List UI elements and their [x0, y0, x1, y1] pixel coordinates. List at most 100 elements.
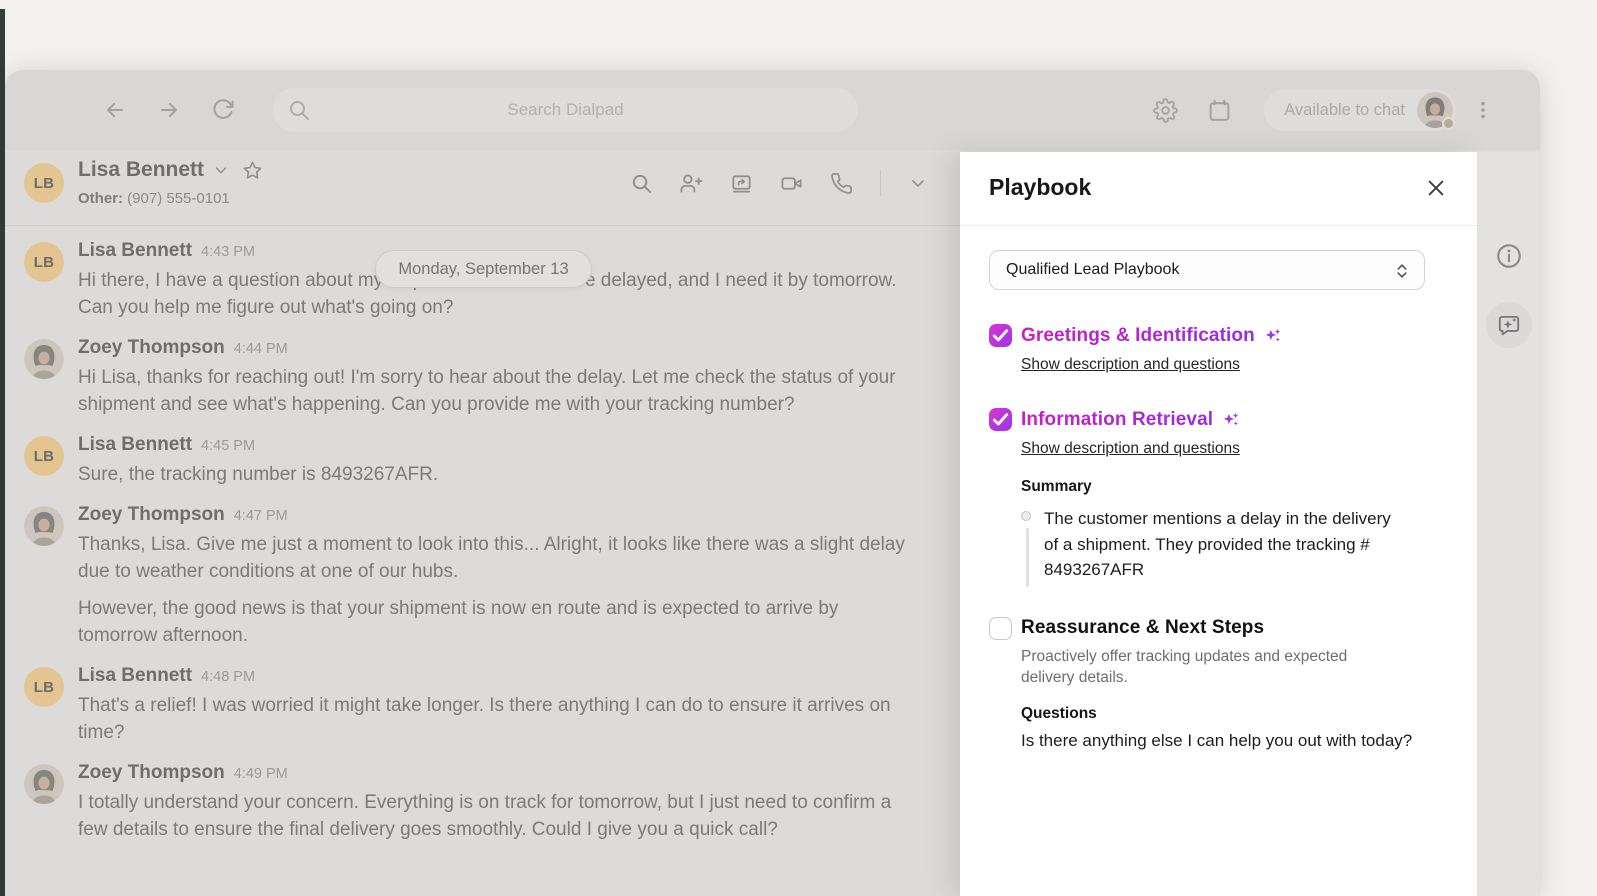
message-text: I totally understand your concern. Every… [78, 789, 908, 843]
more-actions-chevron-icon[interactable] [908, 173, 928, 193]
playbook-item-row: Reassurance & Next Steps [989, 617, 1453, 640]
message: Zoey Thompson 4:44 PM Hi Lisa, thanks for … [24, 337, 930, 418]
playbook-checkbox[interactable] [989, 408, 1012, 431]
contact-avatar-photo [24, 764, 64, 804]
summary-text: The customer mentions a delay in the del… [1044, 506, 1409, 583]
playbook-checkbox[interactable] [989, 324, 1012, 347]
playbook-item: Information RetrievalShow description an… [989, 408, 1453, 583]
message-timestamp: 4:45 PM [201, 438, 255, 454]
message-sender: Zoey Thompson [78, 762, 225, 784]
dialpad-app-window: Search Dialpad Available to chat [5, 70, 1540, 896]
message-avatar: LB [24, 436, 64, 476]
chevron-down-icon[interactable] [212, 161, 230, 179]
avatar-photo [24, 339, 64, 379]
contact-avatar-photo [24, 506, 64, 546]
message-sender: Zoey Thompson [78, 337, 225, 359]
availability-status-label: Available to chat [1284, 101, 1405, 120]
message-text: Sure, the tracking number is 8493267AFR. [78, 461, 908, 488]
questions-label: Questions [1021, 705, 1453, 723]
question-text: Is there anything else I can help you ou… [1021, 728, 1413, 754]
message-body: Zoey Thompson 4:49 PM I totally understand… [78, 762, 930, 843]
contact-phone: Other: (907) 555-0101 [78, 190, 230, 207]
ai-playbook-rail-button[interactable] [1486, 302, 1532, 348]
conversation-header: LB Lisa Bennett Other: (907) 555-0101 [5, 150, 960, 226]
ai-sparkle-icon [1221, 410, 1241, 430]
message-timestamp: 4:48 PM [201, 669, 255, 685]
playbook-item-description: Proactively offer tracking updates and e… [1021, 646, 1389, 689]
summary-bullet-icon [1021, 511, 1031, 521]
playbook-item-title: Reassurance & Next Steps [1021, 617, 1264, 639]
playbook-checkbox[interactable] [989, 617, 1012, 640]
close-icon[interactable] [1425, 177, 1447, 199]
playbook-item-details: Show description and questions [1021, 347, 1453, 374]
info-icon[interactable] [1495, 242, 1523, 270]
message-header: Zoey Thompson 4:44 PM [78, 337, 930, 363]
refresh-icon[interactable] [211, 98, 235, 122]
message-body: Zoey Thompson 4:44 PM Hi Lisa, thanks for … [78, 337, 930, 418]
message: LB Lisa Bennett 4:45 PM Sure, the tracking … [24, 434, 930, 488]
search-placeholder: Search Dialpad [507, 100, 623, 120]
message-text: Hi Lisa, thanks for reaching out! I'm so… [78, 364, 908, 418]
contact-avatar-initials: LB [24, 242, 64, 282]
message-body: Zoey Thompson4:47 PMThanks, Lisa. Give m… [78, 504, 930, 649]
top-toolbar: Search Dialpad Available to chat [5, 70, 1540, 150]
playbook-selector[interactable]: Qualified Lead Playbook [989, 250, 1425, 290]
message-timestamp: 4:44 PM [234, 341, 288, 357]
select-updown-icon [1392, 260, 1412, 282]
playbook-item: Greetings & Identification Show descripti… [989, 324, 1453, 374]
availability-status-button[interactable]: Available to chat [1264, 89, 1456, 131]
message: Zoey Thompson4:47 PMThanks, Lisa. Give m… [24, 504, 930, 649]
add-person-icon[interactable] [680, 172, 703, 195]
contact-avatar: LB [24, 163, 64, 203]
show-description-link[interactable]: Show description and questions [1021, 440, 1240, 458]
message-timestamp: 4:49 PM [234, 766, 288, 782]
playbook-item-details: Show description and questions Summary The… [1021, 431, 1453, 583]
video-call-icon[interactable] [780, 172, 803, 195]
message-timestamp: 4:43 PM [201, 244, 255, 260]
playbook-item-row: Information Retrieval [989, 408, 1453, 431]
playbook-item-title: Greetings & Identification [1021, 325, 1255, 347]
message-avatar [24, 339, 64, 379]
message-avatar: LB [24, 667, 64, 707]
date-separator-pill: Monday, September 13 [375, 250, 592, 288]
user-avatar[interactable] [1417, 92, 1453, 128]
show-description-link[interactable]: Show description and questions [1021, 356, 1240, 374]
message-body: Lisa Bennett 4:45 PM Sure, the tracking nu… [78, 434, 930, 488]
settings-gear-icon[interactable] [1153, 98, 1178, 123]
message: Zoey Thompson 4:49 PM I totally understand… [24, 762, 930, 843]
divider [880, 170, 881, 196]
playbook-item: Reassurance & Next Steps Proactively offe… [989, 617, 1453, 754]
message: LB Lisa Bennett4:48 PMThat's a relief! I … [24, 665, 930, 746]
message-list[interactable]: LBLisa Bennett4:43 PMHi there, I have a … [5, 227, 960, 896]
message-text: That's a relief! I was worried it might … [78, 692, 908, 746]
message-avatar [24, 764, 64, 804]
message-sender: Zoey Thompson [78, 504, 225, 526]
phone-call-icon[interactable] [830, 172, 853, 195]
playbook-item-row: Greetings & Identification [989, 324, 1453, 347]
message-header: Zoey Thompson 4:49 PM [78, 762, 930, 788]
back-icon[interactable] [103, 98, 127, 122]
playbook-item-title: Information Retrieval [1021, 409, 1213, 431]
message-header: Lisa Bennett4:48 PM [78, 665, 930, 691]
screen-share-icon[interactable] [730, 172, 753, 195]
contact-name[interactable]: Lisa Bennett [78, 158, 204, 182]
status-dot [1442, 117, 1455, 130]
calendar-icon[interactable] [1207, 98, 1232, 123]
playbook-selector-value: Qualified Lead Playbook [1006, 261, 1179, 279]
message-header: Lisa Bennett 4:45 PM [78, 434, 930, 460]
message-sender: Lisa Bennett [78, 434, 192, 456]
summary-label: Summary [1021, 478, 1453, 496]
message-timestamp: 4:47 PM [234, 508, 288, 524]
message-text: However, the good news is that your ship… [78, 595, 908, 649]
right-icon-rail [1477, 152, 1540, 896]
playbook-item-details: Proactively offer tracking updates and e… [1021, 646, 1453, 754]
ai-sparkle-icon [1263, 326, 1283, 346]
conversation-search-icon[interactable] [630, 172, 653, 195]
favorite-star-icon[interactable] [242, 160, 263, 181]
message-avatar: LB [24, 242, 64, 282]
summary-entry: The customer mentions a delay in the del… [1021, 506, 1453, 583]
avatar-photo [24, 506, 64, 546]
overflow-menu-icon[interactable] [1472, 99, 1494, 121]
forward-icon[interactable] [157, 98, 181, 122]
global-search-input[interactable]: Search Dialpad [273, 88, 858, 132]
